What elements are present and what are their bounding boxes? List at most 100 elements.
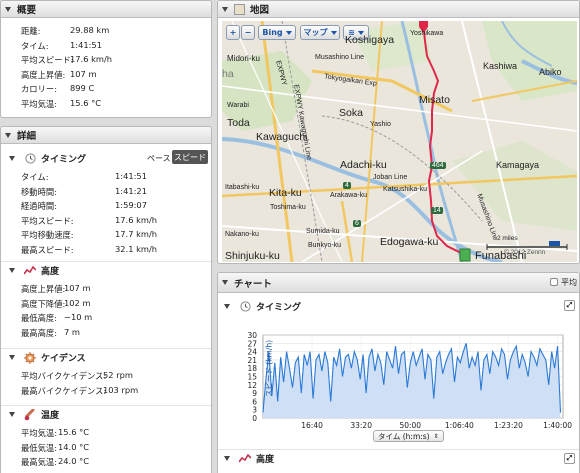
stat-label: 最低高度: [21,313,57,323]
stat-row: 最高バイクケイデンス: 103 rpm [21,385,211,397]
x-axis-select-label: タイム (h:m:s) [378,431,430,441]
collapse-triangle-icon[interactable] [5,132,11,138]
y-tick-label: 24 [247,348,257,357]
stat-value: 17.7 km/h [115,229,158,239]
x-axis-select[interactable]: タイム (h:m:s) ⇕ [373,430,444,442]
collapse-triangle-icon[interactable] [9,412,15,417]
cadence-title: ケイデンス [41,354,86,364]
stat-row: 平均バイクケイデンス: 52 rpm [21,370,211,382]
stat-value: 7 m [64,326,80,337]
chart-timing-header[interactable]: タイミング ⤢ [218,297,579,315]
summary-header[interactable]: 概要 [1,1,211,18]
map-label: Nakano-ku [225,231,259,238]
stat-label: 平均気温: [21,98,57,109]
stat-value: 15.6 °C [70,97,102,108]
map-label: Toshima-ku [270,204,306,211]
collapse-triangle-icon[interactable] [224,303,230,309]
stat-value: 52 rpm [103,370,133,380]
stat-row: 最低高度: −10 m [21,312,211,324]
zoom-out-button[interactable]: − [241,25,255,40]
stat-label: タイム: [21,40,49,51]
stat-label: 平均バイクケイデンス: [21,371,107,381]
stat-value: 24.0 °C [58,456,90,466]
chart-timing-title: タイミング [256,302,302,313]
pace-toggle[interactable]: ペース [147,153,171,164]
stat-label: タイム: [21,172,49,182]
map-canvas[interactable]: + − Bing マップ ≋ Yoshikawa Koshigaya Midor… [222,21,577,262]
x-tick-label: 1:06:40 [445,421,474,430]
stat-row: 平均スピード: 17.6 km/h [21,215,211,227]
cadence-section-header[interactable]: ケイデンス [1,348,211,366]
chart-elevation-header[interactable]: 高度 ⤢ [218,449,579,467]
details-header[interactable]: 詳細 [1,127,211,144]
map-label: Koshigaya [345,34,395,46]
stat-value: 32.1 km/h [115,243,158,254]
map-label: Sumida-ku [306,228,340,235]
average-label: 平均 [561,278,577,287]
elevation-icon [24,265,36,277]
y-tick-label: 6 [252,397,257,406]
average-checkbox[interactable] [550,278,558,286]
stat-label: 平均気温: [21,428,57,438]
stat-value: 15.6 °C [58,427,90,437]
stat-label: 最高気温: [21,457,57,467]
collapse-triangle-icon[interactable] [222,6,228,12]
x-tick-label: 1:40:00 [543,421,572,430]
select-arrows-icon: ⇕ [433,432,439,440]
stat-row: 最低気温: 14.0 °C [21,442,211,454]
collapse-triangle-icon[interactable] [224,456,230,461]
stat-row: 平均気温: 15.6 °C [21,427,211,439]
map-label: Toda [227,117,250,129]
zoom-in-button[interactable]: + [226,25,240,40]
stat-label: 高度下降値: [21,298,66,309]
stat-label: 移動時間: [21,186,57,197]
map-label: Itabashi-ku [225,184,260,191]
y-tick-label: 12 [247,381,257,390]
map-icon [234,3,245,15]
chart-header[interactable]: チャート 平均 [218,273,579,293]
x-tick-label: 33:20 [350,421,372,430]
expand-icon[interactable]: ⤢ [564,453,575,464]
collapse-triangle-icon[interactable] [222,280,228,285]
map-scale-label: 2 miles [497,235,518,242]
y-tick-label: 3 [252,406,257,415]
elevation-section-header[interactable]: 高度 [1,261,211,279]
stat-label: 高度上昇値: [21,284,66,294]
collapse-triangle-icon[interactable] [9,268,15,273]
stat-row: 高度下降値: 102 m [21,298,211,310]
map-header[interactable]: 地図 [218,1,579,18]
map-type-label: マップ [303,28,328,37]
highway-shield: 4 [343,182,351,189]
highway-shield: 464 [430,162,446,169]
map-label: Abiko [539,67,562,77]
map-label: Warabi [227,102,249,109]
stat-row: 高度上昇値: 107 m [21,69,211,81]
stat-row: 最高スピード: 32.1 km/h [21,244,211,256]
map-label: Kita-ku [269,187,302,199]
speed-toggle[interactable]: スピード [172,150,208,164]
provider-dropdown[interactable]: Bing [258,25,296,40]
map-type-dropdown[interactable]: マップ [300,25,340,40]
y-tick-label: 27 [247,339,257,348]
map-label: Misato [419,94,450,106]
stat-value: 1:41:51 [70,39,102,50]
collapse-triangle-icon[interactable] [5,6,11,12]
temperature-section-header[interactable]: 温度 [1,405,211,423]
chart-panel: チャート 平均 タイミング ⤢ 0 3 6 9 12 15 18 21 24 27 30 16:40 3… [217,272,580,473]
y-tick-label: 30 [247,331,257,340]
collapse-triangle-icon[interactable] [9,355,15,360]
collapse-triangle-icon[interactable] [9,155,15,161]
stat-value: −10 m [64,312,93,322]
cadence-gear-icon [24,351,36,364]
stat-row: 最高気温: 24.0 °C [21,456,211,468]
details-title: 詳細 [17,131,37,142]
stat-row: 平均スピード: 17.6 km/h [21,54,211,66]
map-label: Arakawa-ku [330,192,367,199]
provider-label: Bing [262,28,283,37]
stat-row: 高度上昇値: 107 m [21,283,211,295]
expand-icon[interactable]: ⤢ [564,300,575,311]
timing-section-header[interactable]: タイミング ペース スピード [1,149,211,167]
stat-row: 経過時間: 1:59:07 [21,200,211,212]
stat-label: 距離: [21,26,41,36]
chart-elevation-title: 高度 [256,455,275,465]
